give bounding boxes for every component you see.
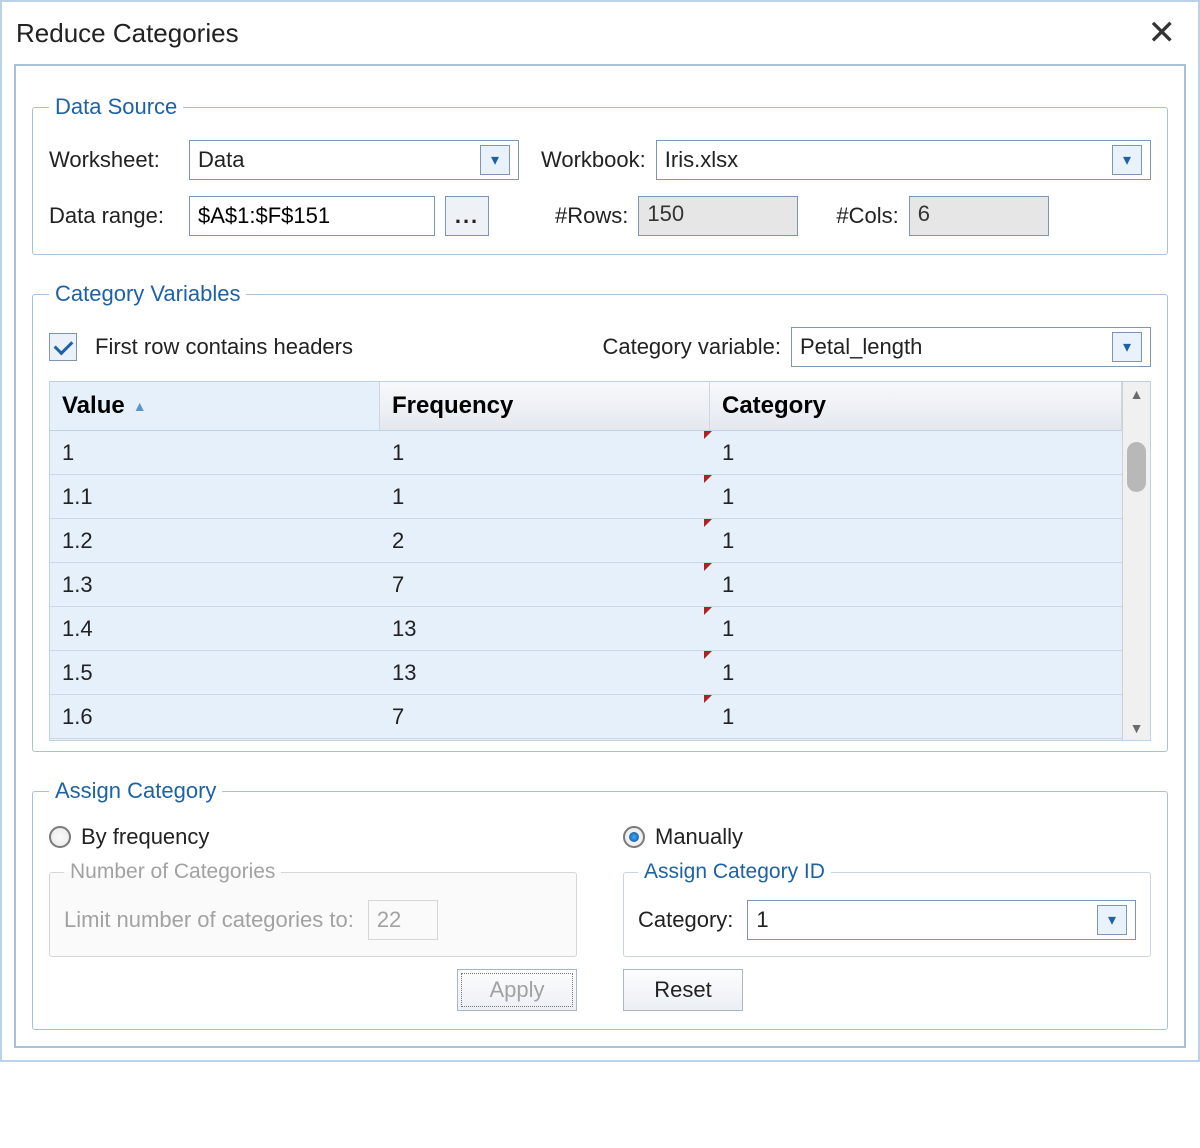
scroll-thumb[interactable] xyxy=(1127,442,1146,492)
by-frequency-radio[interactable] xyxy=(49,826,71,848)
chevron-down-icon: ▾ xyxy=(1112,332,1142,362)
table-row[interactable]: 111 xyxy=(50,431,1122,475)
manually-column: Manually Assign Category ID Category: 1 … xyxy=(623,824,1151,1011)
data-source-legend: Data Source xyxy=(49,94,183,120)
cell-category: 1 xyxy=(710,563,1122,606)
number-of-categories-group: Number of Categories Limit number of cat… xyxy=(49,860,577,957)
headers-checkbox[interactable] xyxy=(49,333,77,361)
category-variables-group: Category Variables First row contains he… xyxy=(32,281,1168,752)
worksheet-value: Data xyxy=(198,147,244,173)
workbook-value: Iris.xlsx xyxy=(665,147,738,173)
table-row[interactable]: 1.5131 xyxy=(50,651,1122,695)
category-variable-select[interactable]: Petal_length ▾ xyxy=(791,327,1151,367)
apply-button[interactable]: Apply xyxy=(457,969,577,1011)
table-row[interactable]: 1.4131 xyxy=(50,607,1122,651)
assign-category-group: Assign Category By frequency Number of C… xyxy=(32,778,1168,1030)
cell-frequency: 1 xyxy=(380,431,710,474)
category-select[interactable]: 1 ▾ xyxy=(747,900,1136,940)
limit-label: Limit number of categories to: xyxy=(64,907,354,933)
cols-readonly: 6 xyxy=(909,196,1049,236)
cell-frequency: 2 xyxy=(380,519,710,562)
cell-frequency: 13 xyxy=(380,607,710,650)
data-range-input[interactable] xyxy=(189,196,435,236)
cell-value: 1.1 xyxy=(50,475,380,518)
cell-category: 1 xyxy=(710,475,1122,518)
cell-frequency: 7 xyxy=(380,695,710,738)
by-frequency-column: By frequency Number of Categories Limit … xyxy=(49,824,577,1011)
by-frequency-label: By frequency xyxy=(81,824,209,850)
chevron-down-icon: ▾ xyxy=(1112,145,1142,175)
cell-frequency: 1 xyxy=(380,475,710,518)
table-row[interactable]: 1.371 xyxy=(50,563,1122,607)
manually-radio[interactable] xyxy=(623,826,645,848)
col-value-header[interactable]: Value ▲ xyxy=(50,382,380,430)
cell-category: 1 xyxy=(710,431,1122,474)
category-label: Category: xyxy=(638,907,733,933)
workbook-select[interactable]: Iris.xlsx ▾ xyxy=(656,140,1151,180)
limit-input xyxy=(368,900,438,940)
table-body: 1111.1111.2211.3711.41311.51311.671 xyxy=(50,431,1122,740)
close-icon[interactable]: ✕ xyxy=(1140,13,1185,53)
col-category-header[interactable]: Category xyxy=(710,382,1122,430)
cell-category: 1 xyxy=(710,519,1122,562)
table-header: Value ▲ Frequency Category xyxy=(50,382,1122,431)
cell-value: 1.4 xyxy=(50,607,380,650)
scroll-up-icon[interactable]: ▲ xyxy=(1130,386,1144,402)
cell-category: 1 xyxy=(710,651,1122,694)
scroll-track[interactable] xyxy=(1123,402,1150,720)
cell-category: 1 xyxy=(710,607,1122,650)
category-variable-label: Category variable: xyxy=(602,334,781,360)
rows-label: #Rows: xyxy=(555,203,628,229)
chevron-down-icon: ▾ xyxy=(480,145,510,175)
values-table: Value ▲ Frequency Category 1111.1111.221… xyxy=(49,381,1151,741)
worksheet-label: Worksheet: xyxy=(49,147,179,173)
table-row[interactable]: 1.671 xyxy=(50,695,1122,739)
workbook-label: Workbook: xyxy=(541,147,646,173)
col-frequency-header[interactable]: Frequency xyxy=(380,382,710,430)
cell-value: 1.5 xyxy=(50,651,380,694)
title-bar: Reduce Categories ✕ xyxy=(2,2,1198,64)
cols-label: #Cols: xyxy=(836,203,898,229)
dialog-body: Data Source Worksheet: Data ▾ Workbook: … xyxy=(14,64,1186,1048)
assign-category-id-group: Assign Category ID Category: 1 ▾ xyxy=(623,860,1151,957)
cell-frequency: 13 xyxy=(380,651,710,694)
range-picker-button[interactable]: ... xyxy=(445,196,489,236)
reset-button[interactable]: Reset xyxy=(623,969,743,1011)
cell-category: 1 xyxy=(710,695,1122,738)
dialog-title: Reduce Categories xyxy=(16,18,1140,49)
headers-check-label: First row contains headers xyxy=(95,334,353,360)
cell-frequency: 7 xyxy=(380,563,710,606)
assign-category-id-legend: Assign Category ID xyxy=(638,860,831,884)
table-row[interactable]: 1.111 xyxy=(50,475,1122,519)
worksheet-select[interactable]: Data ▾ xyxy=(189,140,519,180)
table-scrollbar[interactable]: ▲ ▼ xyxy=(1122,382,1150,740)
chevron-down-icon: ▾ xyxy=(1097,905,1127,935)
manually-label: Manually xyxy=(655,824,743,850)
table-row[interactable]: 1.221 xyxy=(50,519,1122,563)
data-source-group: Data Source Worksheet: Data ▾ Workbook: … xyxy=(32,94,1168,255)
dialog-window: Reduce Categories ✕ Data Source Workshee… xyxy=(0,0,1200,1062)
category-variable-value: Petal_length xyxy=(800,334,922,360)
scroll-down-icon[interactable]: ▼ xyxy=(1130,720,1144,736)
cell-value: 1.6 xyxy=(50,695,380,738)
data-range-label: Data range: xyxy=(49,203,179,229)
category-variables-legend: Category Variables xyxy=(49,281,246,307)
cell-value: 1.3 xyxy=(50,563,380,606)
number-of-categories-legend: Number of Categories xyxy=(64,860,281,884)
assign-category-legend: Assign Category xyxy=(49,778,222,804)
category-select-value: 1 xyxy=(756,907,768,933)
cell-value: 1.2 xyxy=(50,519,380,562)
rows-readonly: 150 xyxy=(638,196,798,236)
cell-value: 1 xyxy=(50,431,380,474)
sort-asc-icon: ▲ xyxy=(133,398,147,414)
